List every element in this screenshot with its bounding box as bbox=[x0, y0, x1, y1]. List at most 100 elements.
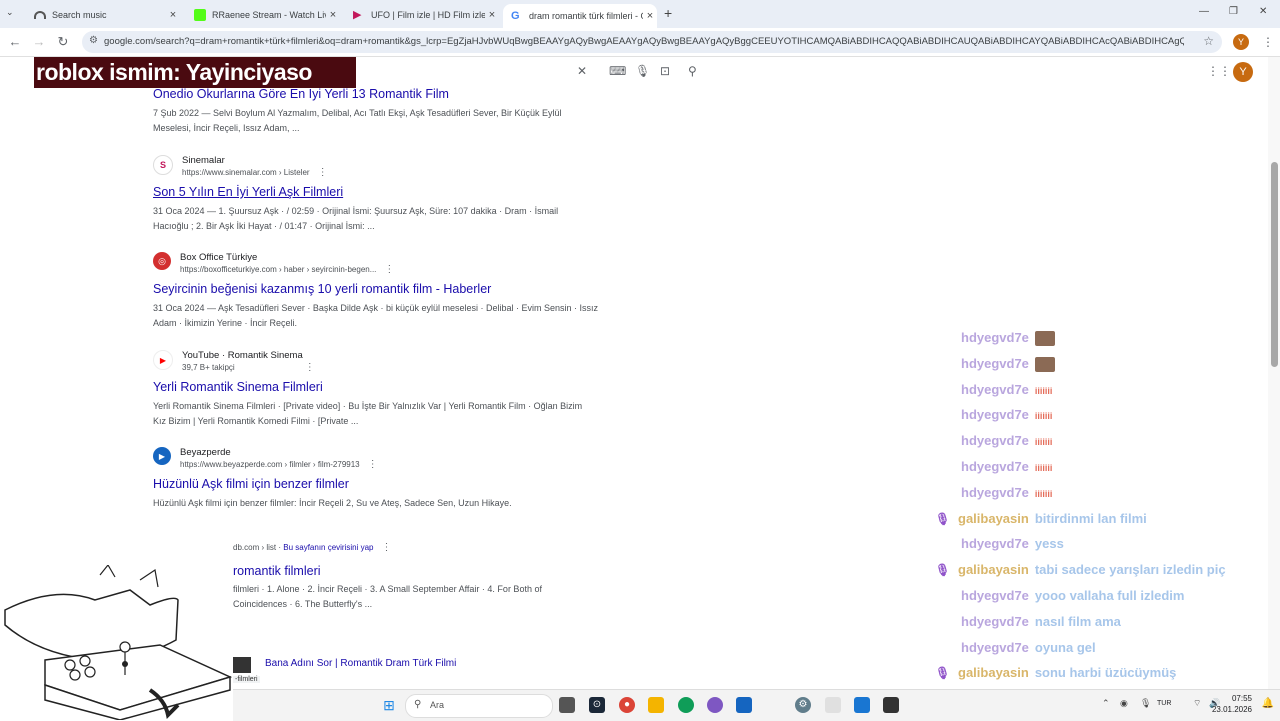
taskbar-search[interactable]: ⚲ Ara bbox=[405, 694, 553, 718]
forward-icon[interactable]: → bbox=[30, 33, 48, 51]
wifi-icon[interactable]: ⌔ bbox=[1193, 698, 1201, 709]
chat-text: yooo vallaha full izledim bbox=[1034, 588, 1185, 603]
search-result: Onedio Okurlarına Göre En İyi Yerli 13 R… bbox=[153, 85, 593, 136]
chat-message: hdyegvd7e yess bbox=[961, 536, 1064, 558]
start-icon[interactable]: ⊞ bbox=[381, 697, 397, 713]
new-tab-button[interactable]: + bbox=[664, 5, 672, 21]
chat-message: hdyegvd7e iiiiiii bbox=[961, 407, 1052, 429]
source-url: db.com › list bbox=[233, 543, 277, 552]
result-snippet: 31 Oca 2024 — 1. Şuursuz Aşk · / 02:59 ·… bbox=[153, 206, 559, 231]
tray-chevron-icon[interactable]: ⌃ bbox=[1102, 698, 1110, 709]
site-info-icon[interactable]: ⚙ bbox=[89, 35, 98, 46]
file-explorer-icon[interactable] bbox=[648, 697, 664, 713]
more-options-icon[interactable]: ⋮ bbox=[368, 459, 378, 470]
back-icon[interactable]: ← bbox=[6, 33, 24, 51]
boxoffice-favicon-icon: ◎ bbox=[153, 252, 171, 270]
chat-text: yess bbox=[1034, 536, 1064, 552]
search-icon: ⚲ bbox=[414, 699, 422, 710]
close-icon[interactable]: × bbox=[643, 10, 657, 22]
profile-avatar[interactable]: Y bbox=[1233, 34, 1249, 50]
more-options-icon[interactable]: ⋮ bbox=[382, 542, 392, 553]
obs-icon[interactable] bbox=[883, 697, 899, 713]
tab-stream[interactable]: RRaenee Stream - Watch Live u × bbox=[186, 4, 340, 26]
chat-message: hdyegvd7e iiiiiii bbox=[961, 382, 1052, 404]
search-result: S Sinemalar https://www.sinemalar.com › … bbox=[153, 155, 593, 234]
copilot-icon[interactable] bbox=[707, 697, 723, 713]
clock-time: 07:55 bbox=[1231, 694, 1252, 703]
edge-icon[interactable] bbox=[678, 697, 694, 713]
store-icon[interactable] bbox=[736, 697, 752, 713]
address-bar[interactable]: ⚙ google.com/search?q=dram+romantik+türk… bbox=[82, 31, 1222, 53]
window-close-icon[interactable]: ✕ bbox=[1259, 6, 1267, 17]
restore-icon[interactable]: ❐ bbox=[1229, 6, 1238, 17]
close-icon[interactable]: × bbox=[166, 9, 180, 21]
video-title[interactable]: Bana Adını Sor | Romantik Dram Türk Film… bbox=[265, 658, 456, 669]
tab-strip: ⌄ Search music × RRaenee Stream - Watch … bbox=[0, 0, 1280, 28]
clear-icon[interactable]: ✕ bbox=[577, 64, 587, 78]
settings-icon[interactable]: ⚙ bbox=[795, 697, 811, 713]
search-result: ▶ YouTube · Romantik Sinema 39,7 B+ taki… bbox=[153, 350, 593, 429]
language-indicator[interactable]: TUR bbox=[1157, 700, 1171, 707]
result-source[interactable]: S Sinemalar https://www.sinemalar.com › … bbox=[153, 155, 593, 183]
result-source[interactable]: ◎ Box Office Türkiye https://boxofficetu… bbox=[153, 252, 598, 280]
chat-username: hdyegvd7e bbox=[961, 330, 1029, 345]
page-scrollbar[interactable] bbox=[1268, 57, 1280, 689]
tab-search-music[interactable]: Search music × bbox=[26, 4, 180, 26]
taskbar-clock[interactable]: 07:55 23.01.2026 bbox=[1212, 693, 1252, 715]
keyboard-icon[interactable]: ⌨ bbox=[609, 64, 626, 78]
tab-google-search[interactable]: G dram romantik türk filmleri - G × bbox=[503, 4, 657, 28]
result-snippet: Hüzünlü Aşk filmi için benzer filmler: İ… bbox=[153, 498, 512, 508]
result-title-link[interactable]: romantik filmleri bbox=[233, 562, 593, 580]
search-icon[interactable]: ⚲ bbox=[688, 64, 697, 78]
apps-grid-icon[interactable]: ⋮⋮ bbox=[1207, 64, 1231, 78]
url-text: google.com/search?q=dram+romantik+türk+f… bbox=[104, 36, 1184, 47]
play-icon: ▶ bbox=[353, 9, 362, 21]
account-avatar[interactable]: Y bbox=[1233, 62, 1253, 82]
result-title-link[interactable]: Hüzünlü Aşk filmi için benzer filmler bbox=[153, 475, 593, 493]
chat-username: hdyegvd7e bbox=[961, 484, 1029, 500]
app-icon[interactable] bbox=[854, 697, 870, 713]
close-icon[interactable]: × bbox=[326, 9, 340, 21]
chat-text: iiiiiii bbox=[1034, 411, 1053, 422]
translate-link[interactable]: Bu sayfanın çevirisini yap bbox=[283, 543, 373, 552]
microphone-icon[interactable]: 🎙 bbox=[635, 64, 650, 78]
result-title-link[interactable]: Son 5 Yılın En İyi Yerli Aşk Filmleri bbox=[153, 183, 593, 201]
notes-icon[interactable] bbox=[825, 697, 841, 713]
chrome-icon[interactable]: ● bbox=[619, 697, 635, 713]
chat-message: hdyegvd7e iiiiiii bbox=[961, 485, 1052, 507]
result-source[interactable]: ▶ YouTube · Romantik Sinema 39,7 B+ taki… bbox=[153, 350, 593, 378]
source-url: https://www.beyazperde.com › filmler › f… bbox=[180, 460, 360, 469]
result-snippet: 31 Oca 2024 — Aşk Tesadüfleri Sever · Ba… bbox=[153, 303, 599, 328]
more-options-icon[interactable]: ⋮ bbox=[305, 362, 315, 373]
chat-username: hdyegvd7e bbox=[961, 536, 1029, 552]
lens-icon[interactable]: ⊡ bbox=[660, 64, 670, 78]
tab-label: dram romantik türk filmleri - G bbox=[529, 11, 643, 21]
kick-icon bbox=[194, 9, 206, 21]
beyazperde-favicon-icon: ▶ bbox=[153, 447, 171, 465]
notification-icon[interactable]: 🔔 bbox=[1262, 698, 1274, 709]
scrollbar-thumb[interactable] bbox=[1271, 162, 1278, 367]
bookmark-star-icon[interactable]: ☆ bbox=[1203, 34, 1214, 48]
chat-username: galibayasin bbox=[958, 510, 1029, 526]
chat-text: oyuna gel bbox=[1034, 639, 1096, 655]
close-icon[interactable]: × bbox=[485, 9, 499, 21]
chat-message: hdyegvd7e bbox=[961, 330, 1061, 352]
task-view-icon[interactable] bbox=[559, 697, 575, 713]
chat-username: hdyegvd7e bbox=[961, 588, 1029, 603]
tab-search-button[interactable]: ⌄ bbox=[6, 7, 14, 18]
result-source[interactable]: ▶ Beyazperde https://www.beyazperde.com … bbox=[153, 447, 593, 475]
more-options-icon[interactable]: ⋮ bbox=[318, 167, 328, 178]
more-options-icon[interactable]: ⋮ bbox=[384, 264, 394, 275]
minimize-icon[interactable]: — bbox=[1199, 6, 1209, 17]
chat-message: 🎙 galibayasin sonu harbi üzücüymüş bbox=[935, 665, 1176, 687]
tab-ufo-film[interactable]: ▶ UFO | Film izle | HD Film izle × bbox=[345, 4, 499, 26]
tray-network-icon[interactable]: ◉ bbox=[1120, 698, 1128, 709]
steam-icon[interactable]: ⊙ bbox=[589, 697, 605, 713]
menu-icon[interactable]: ⋮ bbox=[1262, 35, 1274, 49]
chat-username: hdyegvd7e bbox=[961, 355, 1029, 371]
result-title-link[interactable]: Seyircinin beğenisi kazanmış 10 yerli ro… bbox=[153, 280, 598, 298]
tray-mic-icon[interactable]: 🎙 bbox=[1140, 698, 1151, 709]
result-title-link[interactable]: Yerli Romantik Sinema Filmleri bbox=[153, 378, 593, 396]
reload-icon[interactable]: ↻ bbox=[54, 33, 72, 51]
result-snippet: 7 Şub 2022 — Selvi Boylum Al Yazmalım, D… bbox=[153, 108, 562, 133]
